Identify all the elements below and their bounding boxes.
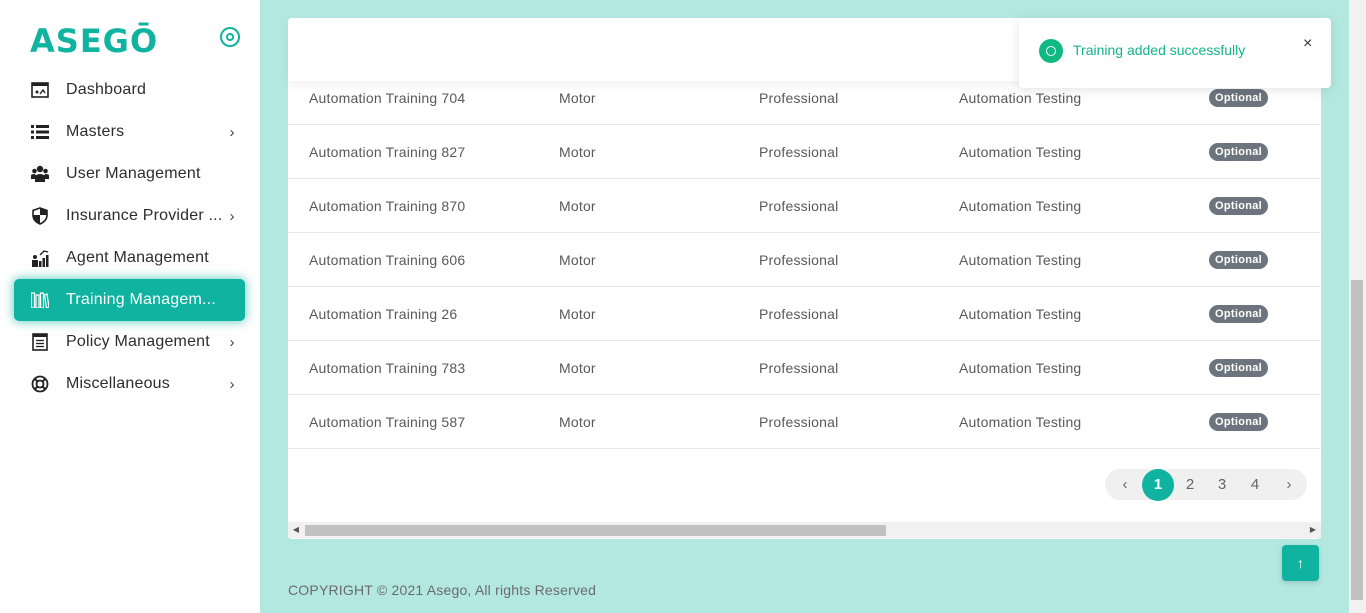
training-name-cell: Automation Training 26 (309, 306, 458, 322)
scroll-right-icon[interactable]: ▶ (1305, 522, 1321, 538)
training-name-cell: Automation Training 587 (309, 414, 466, 430)
sidebar-item-agent-management[interactable]: Agent Management (14, 237, 245, 279)
category-cell: Motor (559, 252, 596, 268)
level-cell: Professional (759, 360, 839, 376)
sidebar-item-dashboard[interactable]: Dashboard (14, 69, 245, 111)
sidebar-item-label: Insurance Provider ... (66, 207, 223, 224)
sidebar-toggle-icon[interactable] (220, 27, 240, 47)
level-cell: Professional (759, 252, 839, 268)
group-cell: Automation Testing (959, 360, 1082, 376)
dashboard-icon (30, 80, 50, 100)
status-badge: Optional (1209, 305, 1269, 323)
level-cell: Professional (759, 414, 839, 430)
sidebar-item-miscellaneous[interactable]: Miscellaneous › (14, 363, 245, 405)
policy-document-icon (30, 332, 50, 352)
footer-copyright: COPYRIGHT © 2021 Asego, All rights Reser… (288, 582, 597, 598)
toast-close-icon[interactable]: × (1303, 35, 1312, 53)
pagination-page-2[interactable]: 2 (1174, 469, 1206, 500)
table-row[interactable]: Automation Training 587 Motor Professional… (288, 395, 1321, 449)
scrollbar-thumb[interactable] (305, 525, 886, 536)
category-cell: Motor (559, 144, 596, 160)
sidebar-item-policy-management[interactable]: Policy Management › (14, 321, 245, 363)
training-name-cell: Automation Training 606 (309, 252, 466, 268)
status-badge: Optional (1209, 143, 1269, 161)
shield-icon (30, 206, 50, 226)
success-info-icon (1039, 39, 1063, 63)
users-icon (30, 164, 50, 184)
table-row[interactable]: Automation Training 827 Motor Professional… (288, 125, 1321, 179)
training-name-cell: Automation Training 783 (309, 360, 466, 376)
chevron-right-icon: › (229, 375, 235, 393)
chevron-right-icon: › (229, 207, 235, 225)
category-cell: Motor (559, 414, 596, 430)
level-cell: Professional (759, 306, 839, 322)
status-badge: Optional (1209, 89, 1269, 107)
chevron-right-icon: › (229, 333, 235, 351)
scroll-left-icon[interactable]: ◀ (288, 522, 304, 538)
toast-message: Training added successfully (1073, 42, 1246, 58)
status-badge: Optional (1209, 359, 1269, 377)
category-cell: Motor (559, 306, 596, 322)
group-cell: Automation Testing (959, 198, 1082, 214)
sidebar-item-insurance-provider[interactable]: Insurance Provider ... › (14, 195, 245, 237)
group-cell: Automation Testing (959, 414, 1082, 430)
brand-logo[interactable]: ASEGŌ (30, 22, 158, 60)
sidebar-item-label: Policy Management (66, 333, 210, 350)
pagination-prev-button[interactable]: ‹ (1109, 469, 1141, 500)
pagination-next-button[interactable]: › (1273, 469, 1305, 500)
table-row[interactable]: Automation Training 606 Motor Professional… (288, 233, 1321, 287)
status-badge: Optional (1209, 197, 1269, 215)
pagination: ‹ 1 2 3 4 › (1105, 469, 1307, 501)
table-row[interactable]: Automation Training 783 Motor Professional… (288, 341, 1321, 395)
group-cell: Automation Testing (959, 144, 1082, 160)
training-name-cell: Automation Training 870 (309, 198, 466, 214)
sidebar-item-label: Masters (66, 123, 125, 140)
table-horizontal-scrollbar[interactable]: ◀ ▶ (288, 522, 1321, 538)
chevron-right-icon: › (229, 123, 235, 141)
books-icon (30, 290, 50, 310)
sidebar-item-label: User Management (66, 165, 201, 182)
sidebar-item-user-management[interactable]: User Management (14, 153, 245, 195)
success-toast: Training added successfully × (1019, 18, 1331, 88)
table-row[interactable]: Automation Training 26 Motor Professional A… (288, 287, 1321, 341)
agent-icon (30, 248, 50, 268)
table-row[interactable]: Automation Training 870 Motor Professional… (288, 179, 1321, 233)
sidebar-item-label: Dashboard (66, 81, 147, 98)
pagination-page-1[interactable]: 1 (1142, 469, 1174, 501)
sidebar-item-label: Training Managem... (66, 291, 216, 308)
pagination-page-4[interactable]: 4 (1239, 469, 1271, 500)
level-cell: Professional (759, 144, 839, 160)
sidebar-item-label: Miscellaneous (66, 375, 170, 392)
sidebar: ASEGŌ Dashboard Masters › User Management In… (0, 0, 260, 613)
lifebuoy-icon (30, 374, 50, 394)
group-cell: Automation Testing (959, 252, 1082, 268)
training-name-cell: Automation Training 827 (309, 144, 466, 160)
back-to-top-button[interactable]: ↑ (1282, 545, 1319, 581)
page-vertical-scrollbar[interactable] (1349, 0, 1366, 613)
level-cell: Professional (759, 198, 839, 214)
sidebar-item-masters[interactable]: Masters › (14, 111, 245, 153)
category-cell: Motor (559, 360, 596, 376)
group-cell: Automation Testing (959, 306, 1082, 322)
sidebar-item-label: Agent Management (66, 249, 209, 266)
status-badge: Optional (1209, 251, 1269, 269)
pagination-page-3[interactable]: 3 (1206, 469, 1238, 500)
status-badge: Optional (1209, 413, 1269, 431)
category-cell: Motor (559, 198, 596, 214)
page-scrollbar-thumb[interactable] (1351, 280, 1363, 600)
sidebar-item-training-managem[interactable]: Training Managem... (14, 279, 245, 321)
list-icon (30, 122, 50, 142)
